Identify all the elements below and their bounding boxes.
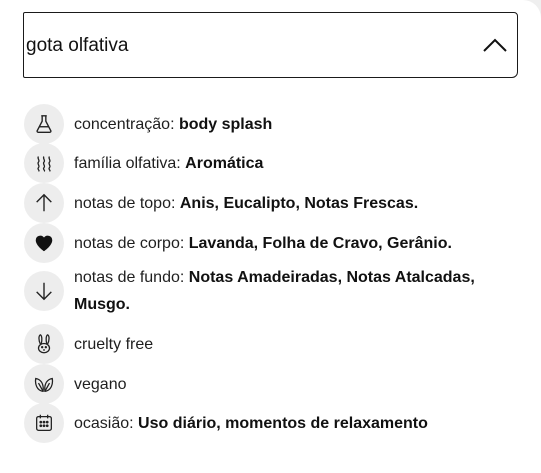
arrow-up-icon [24,183,64,223]
list-item-vegano: vegano [24,364,127,404]
leaves-icon [24,364,64,404]
item-label: notas de fundo: [74,269,185,286]
calendar-icon [24,403,64,443]
flask-icon [24,104,64,144]
item-value: Uso diário, momentos de relaxamento [138,415,428,432]
list-item-notas-de-topo: notas de topo: Anis, Eucalipto, Notas Fr… [24,183,418,223]
product-details-card: gota olfativa concentração: body splash [0,0,541,473]
item-label: concentração: [74,116,175,133]
item-label: vegano [74,376,127,393]
item-value: Aromática [185,155,264,172]
list-item-cruelty-free: cruelty free [24,324,153,364]
heart-icon [24,223,64,263]
arrow-down-icon [24,271,64,311]
waves-icon [24,143,64,183]
list-item-notas-de-fundo: notas de fundo: Notas Amadeiradas, Notas… [24,269,514,318]
list-item-concentracao: concentração: body splash [24,104,272,144]
list-item-familia-olfativa: família olfativa: Aromática [24,143,263,183]
item-value: Lavanda, Folha de Cravo, Gerânio. [188,235,452,252]
chevron-up-icon[interactable] [481,36,509,54]
item-label: família olfativa: [74,155,181,172]
item-label: ocasião: [74,415,134,432]
item-label: notas de corpo: [74,235,185,252]
list-item-ocasiao: ocasião: Uso diário, momentos de relaxam… [24,403,428,443]
item-label: cruelty free [74,336,154,353]
item-label: notas de topo: [74,195,176,212]
rabbit-icon [24,324,64,364]
accordion-header-gota-olfativa[interactable]: gota olfativa [23,12,518,78]
item-value: body splash [178,116,273,133]
list-item-notas-de-corpo: notas de corpo: Lavanda, Folha de Cravo,… [24,223,452,263]
accordion-title: gota olfativa [26,35,129,56]
item-value: Anis, Eucalipto, Notas Frescas. [179,195,419,212]
